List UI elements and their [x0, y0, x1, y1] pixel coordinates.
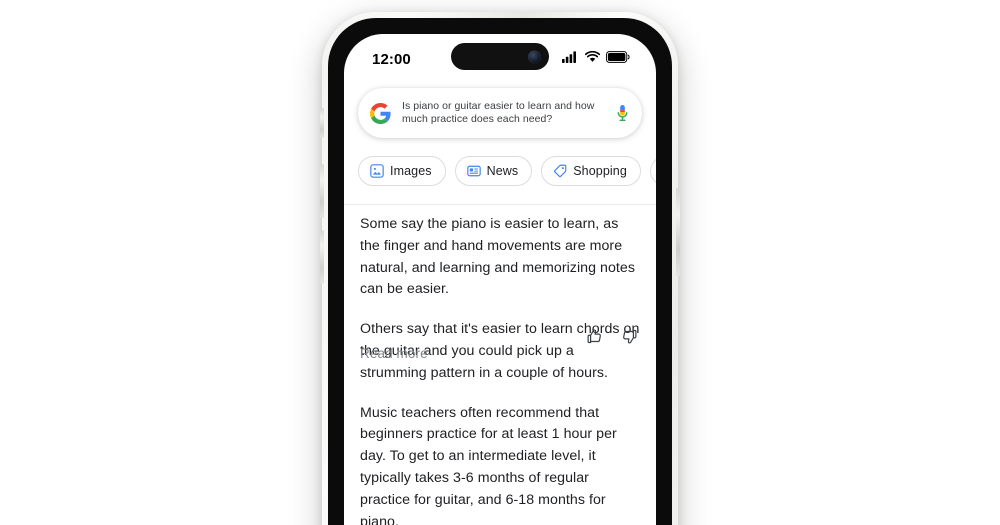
answer-body: Some say the piano is easier to learn, a… [344, 214, 656, 525]
microphone-icon[interactable] [615, 104, 630, 123]
feedback-controls[interactable] [586, 328, 638, 345]
volume-up-button[interactable] [320, 164, 324, 218]
chip-shopping[interactable]: Shopping [541, 156, 641, 186]
phone-bezel: 12:00 Is piano or guitar easier to learn… [328, 18, 672, 525]
volume-down-button[interactable] [320, 230, 324, 284]
chip-label: Images [390, 164, 432, 178]
chip-news[interactable]: News [454, 156, 533, 186]
chip-label: News [486, 164, 519, 178]
thumbs-down-icon[interactable] [621, 328, 638, 345]
search-bar[interactable]: Is piano or guitar easier to learn and h… [358, 88, 642, 138]
filter-chip-row[interactable]: Images News Shopping [344, 156, 656, 186]
image-icon [370, 164, 384, 178]
search-query-text[interactable]: Is piano or guitar easier to learn and h… [402, 100, 615, 127]
status-bar-clock: 12:00 [372, 50, 411, 68]
screenshot-canvas: 12:00 Is piano or guitar easier to learn… [0, 0, 1000, 525]
power-button[interactable] [676, 188, 680, 276]
battery-icon [606, 50, 630, 68]
answer-paragraph: Some say the piano is easier to learn, a… [360, 216, 635, 298]
status-bar-icons [562, 46, 630, 68]
phone-device: 12:00 Is piano or guitar easier to learn… [320, 12, 680, 525]
dynamic-island [451, 43, 549, 70]
phone-screen: 12:00 Is piano or guitar easier to learn… [344, 34, 656, 525]
front-camera-icon [528, 50, 541, 63]
newspaper-icon [466, 164, 481, 178]
cellular-signal-icon [562, 50, 579, 68]
wifi-icon [584, 50, 601, 68]
thumbs-up-icon[interactable] [586, 328, 603, 345]
search-bar-container: Is piano or guitar easier to learn and h… [344, 80, 656, 148]
chip-images[interactable]: Images [358, 156, 446, 186]
chip-videos[interactable]: Videos [649, 156, 656, 186]
read-more-link[interactable]: Read more [360, 346, 428, 361]
mute-switch[interactable] [320, 108, 324, 138]
price-tag-icon [553, 164, 567, 178]
google-logo [370, 102, 391, 124]
chip-label: Shopping [573, 164, 627, 178]
section-divider [344, 204, 656, 205]
answer-paragraph: Music teachers often recommend that begi… [360, 404, 617, 525]
